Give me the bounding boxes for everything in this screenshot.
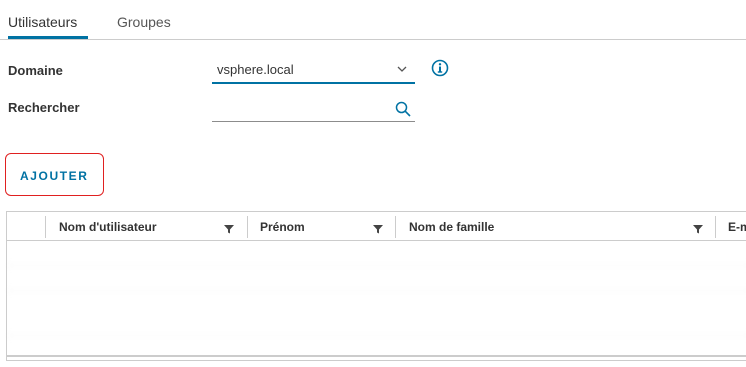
users-grid: Nom d'utilisateur Prénom Nom de famille …	[6, 211, 746, 361]
table-row[interactable]	[7, 291, 746, 336]
column-separator[interactable]	[715, 216, 716, 238]
table-row[interactable]	[7, 266, 746, 291]
filter-icon[interactable]	[224, 224, 234, 234]
filter-icon[interactable]	[373, 224, 383, 234]
grid-footer-line	[6, 355, 746, 357]
column-firstname[interactable]: Prénom	[260, 220, 305, 234]
domain-select[interactable]: vsphere.local	[212, 60, 415, 84]
chevron-down-icon	[397, 66, 407, 72]
column-separator[interactable]	[395, 216, 396, 238]
tab-users[interactable]: Utilisateurs	[8, 14, 77, 30]
grid-header: Nom d'utilisateur Prénom Nom de famille …	[7, 212, 746, 241]
domain-select-value: vsphere.local	[217, 62, 294, 77]
tab-groups[interactable]: Groupes	[117, 14, 171, 30]
column-separator[interactable]	[45, 216, 46, 238]
info-icon[interactable]	[431, 59, 449, 77]
search-label: Rechercher	[8, 100, 80, 115]
add-user-button[interactable]: AJOUTER	[14, 164, 95, 188]
filter-icon[interactable]	[693, 224, 703, 234]
domain-label: Domaine	[8, 63, 63, 78]
search-field[interactable]	[212, 99, 415, 122]
column-username[interactable]: Nom d'utilisateur	[59, 220, 157, 234]
column-separator[interactable]	[247, 216, 248, 238]
table-row[interactable]	[7, 241, 746, 266]
tabs-divider	[0, 39, 746, 40]
search-icon[interactable]	[394, 100, 412, 118]
grid-body-blurred	[7, 241, 746, 361]
search-input[interactable]	[212, 99, 394, 121]
column-email[interactable]: E-m	[728, 220, 746, 234]
column-lastname[interactable]: Nom de famille	[409, 220, 494, 234]
